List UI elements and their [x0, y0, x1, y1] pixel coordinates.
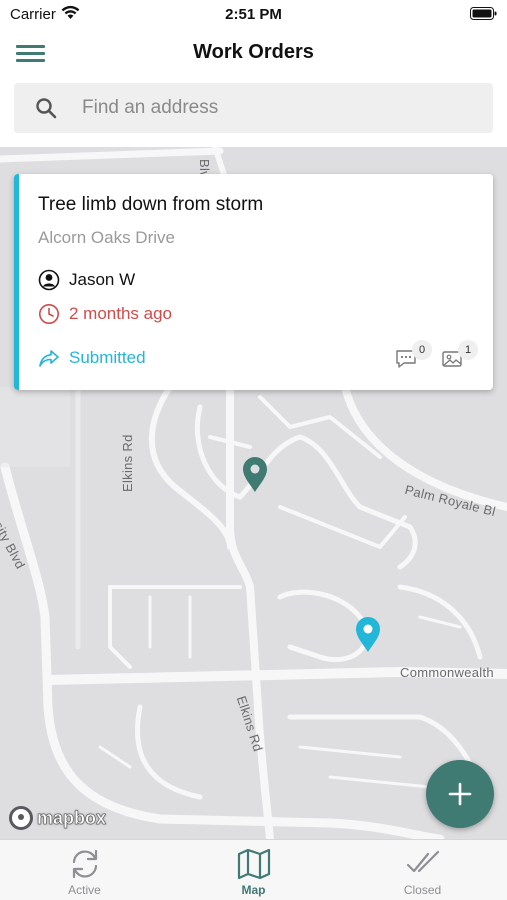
tab-bar: Active Map Closed: [0, 839, 507, 900]
assignee-name: Jason W: [69, 270, 136, 289]
search-icon: [36, 98, 57, 119]
page-title: Work Orders: [193, 41, 314, 63]
street-label-commonwealth: Commonwealth: [400, 665, 494, 680]
mapbox-logo[interactable]: mapbox: [9, 804, 106, 832]
card-accent-bar: [14, 174, 19, 390]
status-time: 2:51 PM: [225, 6, 282, 23]
street-label-elkins-north: Elkins Rd: [120, 434, 135, 492]
map-pin-selected[interactable]: [241, 455, 269, 493]
battery-icon: [470, 7, 497, 20]
tab-map-label: Map: [241, 883, 266, 897]
user-icon: [38, 269, 60, 291]
double-check-icon: [406, 850, 440, 873]
search-bar[interactable]: [14, 83, 493, 133]
tab-closed[interactable]: Closed: [338, 840, 507, 900]
work-order-status: Submitted: [69, 348, 146, 367]
plus-icon: [448, 782, 472, 806]
search-input[interactable]: [82, 83, 482, 133]
map-pin[interactable]: [354, 615, 382, 653]
comment-count-badge: 0: [412, 340, 432, 360]
tab-active-label: Active: [68, 883, 101, 897]
tab-closed-label: Closed: [403, 883, 442, 897]
share-icon: [39, 350, 59, 367]
map-icon: [237, 848, 271, 880]
add-work-order-button[interactable]: [426, 760, 494, 828]
work-order-card[interactable]: Tree limb down from storm Alcorn Oaks Dr…: [14, 174, 493, 390]
clock-icon: [39, 304, 59, 324]
time-ago: 2 months ago: [69, 304, 173, 323]
status-bar: Carrier 2:51 PM: [0, 0, 507, 30]
refresh-icon: [72, 849, 98, 879]
tab-map[interactable]: Map: [169, 840, 338, 900]
mapbox-icon: [9, 806, 33, 830]
photo-count-badge: 1: [458, 340, 478, 360]
header: Work Orders: [0, 30, 507, 76]
mapbox-attribution: mapbox: [37, 807, 107, 828]
work-order-address: Alcorn Oaks Drive: [38, 228, 175, 247]
work-order-title: Tree limb down from storm: [38, 194, 264, 215]
tab-active[interactable]: Active: [0, 840, 169, 900]
